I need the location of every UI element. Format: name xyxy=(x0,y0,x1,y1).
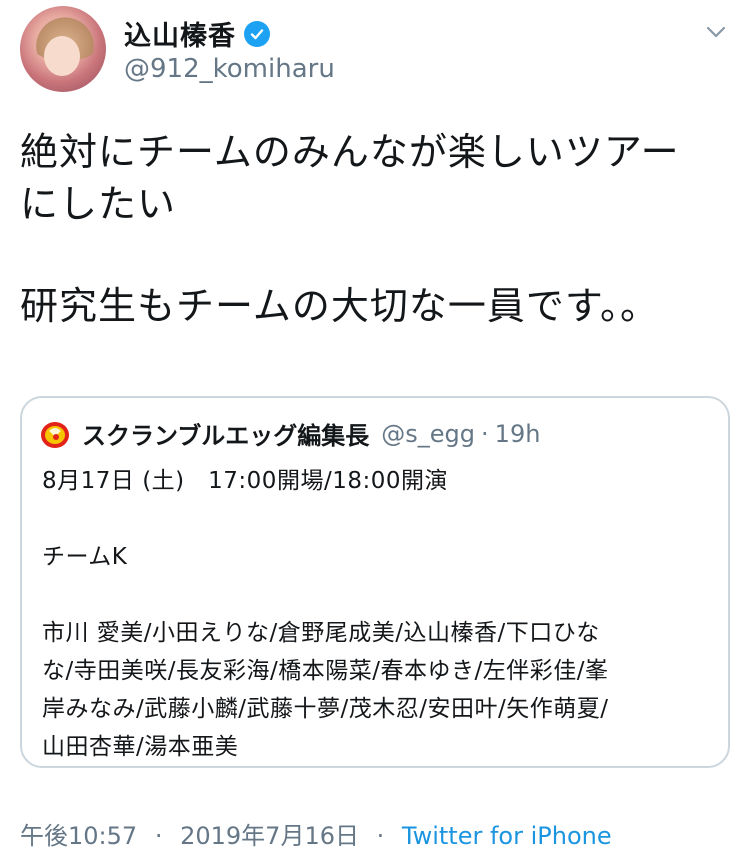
quoted-text-blank-line xyxy=(42,500,714,538)
quoted-display-name: スクランブルエッグ編集長 xyxy=(82,422,370,450)
quoted-separator: · xyxy=(481,419,489,448)
chevron-down-icon[interactable] xyxy=(704,20,728,44)
quoted-handle: @s_egg xyxy=(381,419,476,448)
quoted-text-line: 8月17日 (土) 17:00開場/18:00開演 xyxy=(42,468,448,494)
author-name-row[interactable]: 込山榛香 xyxy=(124,14,270,53)
quoted-text-blank-line xyxy=(42,576,714,614)
display-name[interactable]: 込山榛香 xyxy=(124,14,236,53)
quoted-text-line: な/寺田美咲/長友彩海/橋本陽菜/春本ゆき/左伴彩佳/峯 xyxy=(42,658,609,684)
quoted-text-line: 市川 愛美/小田えりな/倉野尾成美/込山榛香/下口ひな xyxy=(42,620,600,646)
tweet-date[interactable]: 2019年7月16日 xyxy=(180,822,359,850)
quoted-tweet-text: 8月17日 (土) 17:00開場/18:00開演 チームK 市川 愛美/小田え… xyxy=(42,462,714,766)
quoted-text-line: チームK xyxy=(42,544,128,570)
quoted-text-line: 山田杏華/湯本亜美 xyxy=(42,734,239,760)
verified-badge-icon xyxy=(244,20,270,47)
meta-separator: · xyxy=(376,822,385,850)
avatar[interactable] xyxy=(20,6,106,92)
quoted-timestamp: 19h xyxy=(494,419,541,448)
quoted-tweet-header: スクランブルエッグ編集長 @s_egg · 19h xyxy=(38,416,540,451)
tweet-card: 込山榛香 @912_komiharu 絶対にチームのみんなが楽しいツアー にした… xyxy=(0,0,750,864)
quoted-text-line: 岸みなみ/武藤小麟/武藤十夢/茂木忍/安田叶/矢作萌夏/ xyxy=(42,696,609,722)
author-handle[interactable]: @912_komiharu xyxy=(124,54,335,84)
tweet-source-link[interactable]: Twitter for iPhone xyxy=(402,822,612,850)
tweet-time[interactable]: 午後10:57 xyxy=(20,822,137,850)
tweet-text-line: 絶対にチームのみんなが楽しいツアー xyxy=(20,130,680,174)
tweet-meta: 午後10:57 · 2019年7月16日 · Twitter for iPhon… xyxy=(20,816,612,851)
egg-logo-icon xyxy=(38,417,72,451)
tweet-text: 絶対にチームのみんなが楽しいツアー にしたい 研究生もチームの大切な一員です。。 xyxy=(20,126,732,332)
tweet-text-line: 研究生もチームの大切な一員です。。 xyxy=(20,284,660,328)
quoted-tweet-card[interactable]: スクランブルエッグ編集長 @s_egg · 19h 8月17日 (土) 17:0… xyxy=(20,396,730,768)
meta-separator: · xyxy=(154,822,163,850)
tweet-text-line: にしたい xyxy=(20,182,177,226)
